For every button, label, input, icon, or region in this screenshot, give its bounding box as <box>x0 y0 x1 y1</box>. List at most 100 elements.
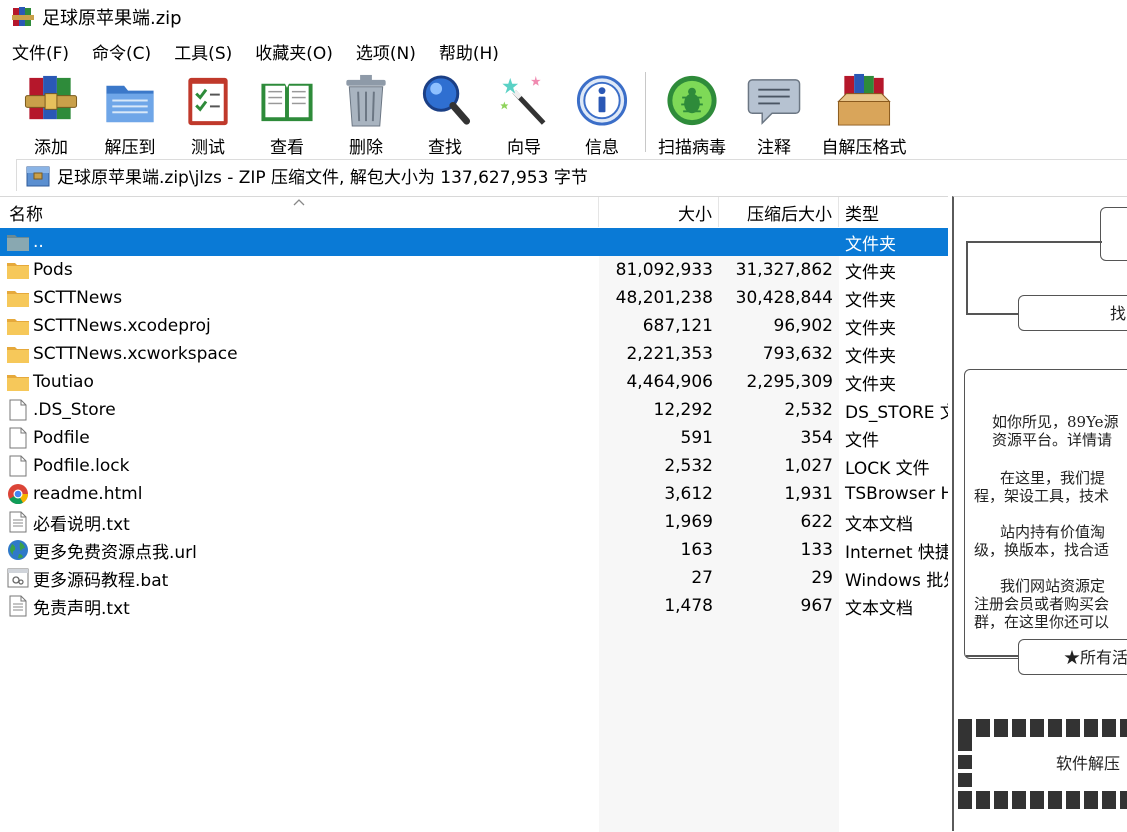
toolbar-button-8[interactable]: 扫描病毒 <box>650 68 734 158</box>
column-packed[interactable]: 压缩后大小 <box>719 197 839 227</box>
toolbar-button-3[interactable]: 查看 <box>247 68 327 158</box>
file-row[interactable]: SCTTNews 48,201,238 30,428,844 文件夹 <box>0 284 948 312</box>
toolbar-button-7[interactable]: 信息 <box>563 68 641 158</box>
preview-para3-line1: 站内持有价值淘 <box>1000 523 1106 541</box>
preview-box-bottom-text: ★所有活 <box>1064 648 1127 667</box>
toolbar-button-label: 添加 <box>34 138 68 158</box>
column-size[interactable]: 大小 <box>599 197 719 227</box>
file-rows: .. 文件夹 Pods 81,092,933 31,327,862 文件夹 SCTTNews… <box>0 228 948 620</box>
address-bar[interactable]: 足球原苹果端.zip\jlzs - ZIP 压缩文件, 解包大小为 137,62… <box>16 159 1127 191</box>
file-packed-cell: 967 <box>719 592 839 620</box>
file-type: 文件夹 <box>845 290 896 311</box>
toolbar-button-10[interactable]: 自解压格式 <box>814 68 914 158</box>
file-type: 文件夹 <box>845 234 896 255</box>
file-row[interactable]: Podfile 591 354 文件 <box>0 424 948 452</box>
file-packed-size: 96,902 <box>773 316 833 336</box>
sfx-box-icon <box>837 73 891 126</box>
file-name-cell: Toutiao <box>0 368 599 396</box>
preview-para4-line3: 群，在这里你还可以 <box>974 613 1110 631</box>
file-list[interactable]: 名称 大小 压缩后大小 类型 .. 文件夹 Pods 81,092,933 31,327… <box>0 196 948 832</box>
file-size-cell: 1,478 <box>599 592 719 620</box>
file-size: 687,121 <box>642 316 713 336</box>
toolbar-button-label: 自解压格式 <box>821 138 907 158</box>
menu-item-3[interactable]: 收藏夹(O) <box>243 39 344 64</box>
toolbar-button-label: 删除 <box>349 138 383 158</box>
file-type: 文件夹 <box>845 374 896 395</box>
menu-item-0[interactable]: 文件(F) <box>0 39 80 64</box>
preview-checker-bottom <box>958 791 1127 809</box>
file-name-cell: .. <box>0 228 599 256</box>
file-size: 591 <box>680 428 713 448</box>
folder-icon <box>7 319 29 335</box>
file-packed-size: 29 <box>811 568 833 588</box>
toolbar-button-9[interactable]: 注释 <box>734 68 814 158</box>
file-row[interactable]: .. 文件夹 <box>0 228 948 256</box>
column-name-label: 名称 <box>9 204 43 225</box>
file-size: 3,612 <box>664 484 713 504</box>
toolbar-button-label: 解压到 <box>104 138 156 158</box>
file-type-cell: LOCK 文件 <box>839 452 948 480</box>
toolbar-button-label: 测试 <box>191 138 225 158</box>
winrar-icon <box>12 7 34 26</box>
file-name: readme.html <box>33 484 143 504</box>
file-size-cell: 48,201,238 <box>599 284 719 312</box>
file-type-cell: 文件夹 <box>839 340 948 368</box>
file-type: 文件夹 <box>845 318 896 339</box>
folder-icon <box>7 291 29 307</box>
file-name: Podfile <box>33 428 90 448</box>
file-size-cell: 591 <box>599 424 719 452</box>
file-row[interactable]: 必看说明.txt 1,969 622 文本文档 <box>0 508 948 536</box>
file-row[interactable]: Pods 81,092,933 31,327,862 文件夹 <box>0 256 948 284</box>
preview-para4-line1: 我们网站资源定 <box>1000 577 1106 595</box>
file-row[interactable]: 更多免费资源点我.url 163 133 Internet 快捷方式 <box>0 536 948 564</box>
file-name: 免责声明.txt <box>33 598 130 619</box>
file-size-cell: 2,532 <box>599 452 719 480</box>
file-name-cell: SCTTNews.xcworkspace <box>0 340 599 368</box>
file-type-cell: 文件夹 <box>839 256 948 284</box>
file-size-cell: 12,292 <box>599 396 719 424</box>
info-icon <box>576 75 628 126</box>
menu-item-4[interactable]: 选项(N) <box>344 39 427 64</box>
file-type-cell: 文本文档 <box>839 592 948 620</box>
file-row[interactable]: SCTTNews.xcodeproj 687,121 96,902 文件夹 <box>0 312 948 340</box>
toolbar-button-label: 注释 <box>757 138 791 158</box>
file-row[interactable]: Podfile.lock 2,532 1,027 LOCK 文件 <box>0 452 948 480</box>
file-packed-cell: 29 <box>719 564 839 592</box>
column-type[interactable]: 类型 <box>839 197 948 227</box>
toolbar-button-5[interactable]: 查找 <box>405 68 485 158</box>
file-row[interactable]: Toutiao 4,464,906 2,295,309 文件夹 <box>0 368 948 396</box>
file-packed-size: 133 <box>800 540 833 560</box>
folder-up-icon <box>7 235 29 251</box>
file-packed-cell: 30,428,844 <box>719 284 839 312</box>
file-row[interactable]: readme.html 3,612 1,931 TSBrowser HTML <box>0 480 948 508</box>
file-packed-cell: 354 <box>719 424 839 452</box>
file-size: 1,969 <box>664 512 713 532</box>
preview-footer-text: 软件解压 <box>1056 754 1121 773</box>
file-size: 163 <box>680 540 713 560</box>
toolbar-button-0[interactable]: 添加 <box>11 68 91 158</box>
toolbar-button-1[interactable]: 解压到 <box>91 68 169 158</box>
file-name-cell: readme.html <box>0 480 599 508</box>
column-size-label: 大小 <box>678 204 712 225</box>
toolbar-button-4[interactable]: 删除 <box>327 68 405 158</box>
toolbar-button-2[interactable]: 测试 <box>169 68 247 158</box>
file-row[interactable]: SCTTNews.xcworkspace 2,221,353 793,632 文件夹 <box>0 340 948 368</box>
preview-para3-line2: 级，换版本，找合适 <box>974 541 1110 559</box>
file-type: 文本文档 <box>845 598 913 619</box>
file-packed-cell <box>719 228 839 256</box>
file-row[interactable]: 更多源码教程.bat 27 29 Windows 批处理文件 <box>0 564 948 592</box>
file-size: 4,464,906 <box>626 372 713 392</box>
file-packed-size: 354 <box>800 428 833 448</box>
file-row[interactable]: 免责声明.txt 1,478 967 文本文档 <box>0 592 948 620</box>
menu-item-5[interactable]: 帮助(H) <box>427 39 510 64</box>
column-name[interactable]: 名称 <box>0 197 599 227</box>
file-type-cell: 文件 <box>839 424 948 452</box>
toolbar-button-6[interactable]: 向导 <box>485 68 563 158</box>
file-packed-size: 2,532 <box>784 400 833 420</box>
menu-item-2[interactable]: 工具(S) <box>162 39 243 64</box>
file-size: 2,221,353 <box>626 344 713 364</box>
comment-icon <box>747 79 801 125</box>
file-row[interactable]: .DS_Store 12,292 2,532 DS_STORE 文件 <box>0 396 948 424</box>
file-type: DS_STORE 文件 <box>845 402 948 423</box>
menu-item-1[interactable]: 命令(C) <box>80 39 162 64</box>
